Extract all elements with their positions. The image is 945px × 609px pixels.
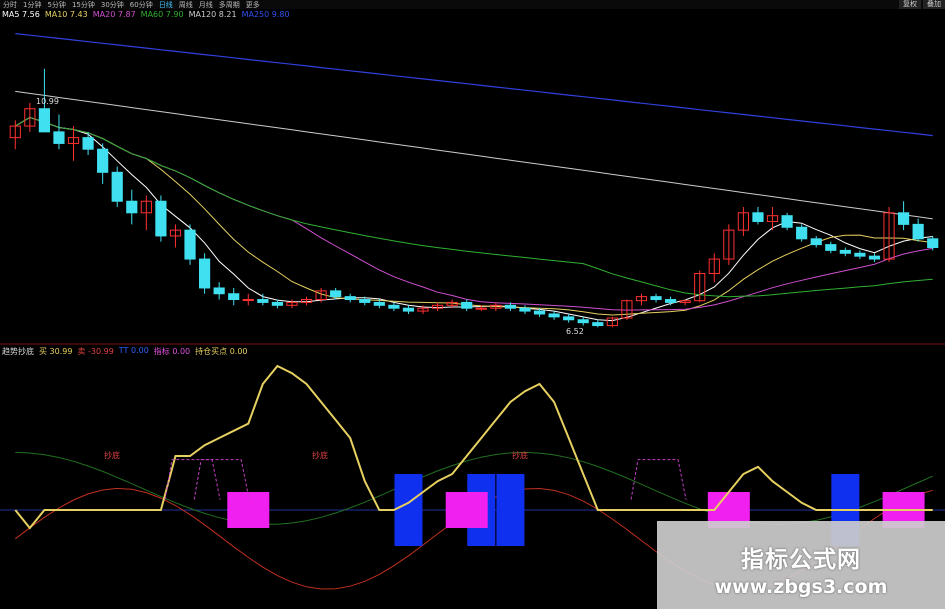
ma60-line [15,116,933,298]
candle-body [402,307,415,312]
kline-chart[interactable] [0,0,945,609]
watermark-url: www.zbgs3.com [714,576,888,598]
candle-body [839,249,851,254]
candle-body [155,200,167,237]
candle-body [198,258,211,289]
magenta-signal-box [445,492,488,528]
candle-body [577,319,589,324]
candle-body [664,299,677,303]
candle-body [912,223,924,240]
high-price-label: 10.99 [36,97,59,106]
ma120-line [15,90,933,220]
candle-body [897,212,910,225]
candle-body [184,229,196,260]
candle-body [242,299,254,302]
candle-body [82,137,94,150]
buy-mark-3: 抄底 [512,451,528,460]
candle-body [111,171,123,202]
candle-body [927,238,939,248]
candle-body [38,108,51,133]
candle-body [533,310,546,315]
candle-body [126,200,138,214]
watermark: 指标公式网 www.zbgs3.com [657,521,945,609]
ma250-line [15,33,933,137]
candle-body [868,255,881,260]
candle-body [650,296,662,301]
ma20-line [15,116,933,311]
candle-body [359,299,371,303]
candle-body [475,307,487,310]
candle-body [781,215,793,228]
candle-body [53,131,65,144]
candle-body [810,238,822,246]
candle-body [388,304,400,309]
magenta-signal-box [227,492,270,528]
candle-body [228,293,240,301]
candle-body [796,226,808,240]
candle-body [271,301,284,306]
buy-mark-2: 抄底 [312,451,328,460]
buy-zone-bracket [630,459,687,500]
candle-body [504,304,517,309]
candle-body [825,244,837,251]
ma5-line [15,116,933,322]
candle-body [854,252,866,257]
buy-mark-1: 抄底 [104,451,120,460]
blue-signal-bar [394,474,423,546]
candle-body [461,301,473,309]
blue-signal-bar [496,474,525,546]
candle-body [97,148,109,173]
candle-body [519,307,531,312]
candle-body [213,287,225,295]
candle-body [563,316,575,321]
candle-body [548,313,560,318]
candle-body [373,301,385,306]
candle-body [257,299,269,303]
candle-body [330,290,342,298]
low-price-label: 6.52 [566,327,584,336]
watermark-title: 指标公式网 [741,547,861,573]
candle-body [592,322,604,327]
candle-body [752,212,764,222]
ma10-line [15,116,933,316]
candle-body [344,296,356,301]
